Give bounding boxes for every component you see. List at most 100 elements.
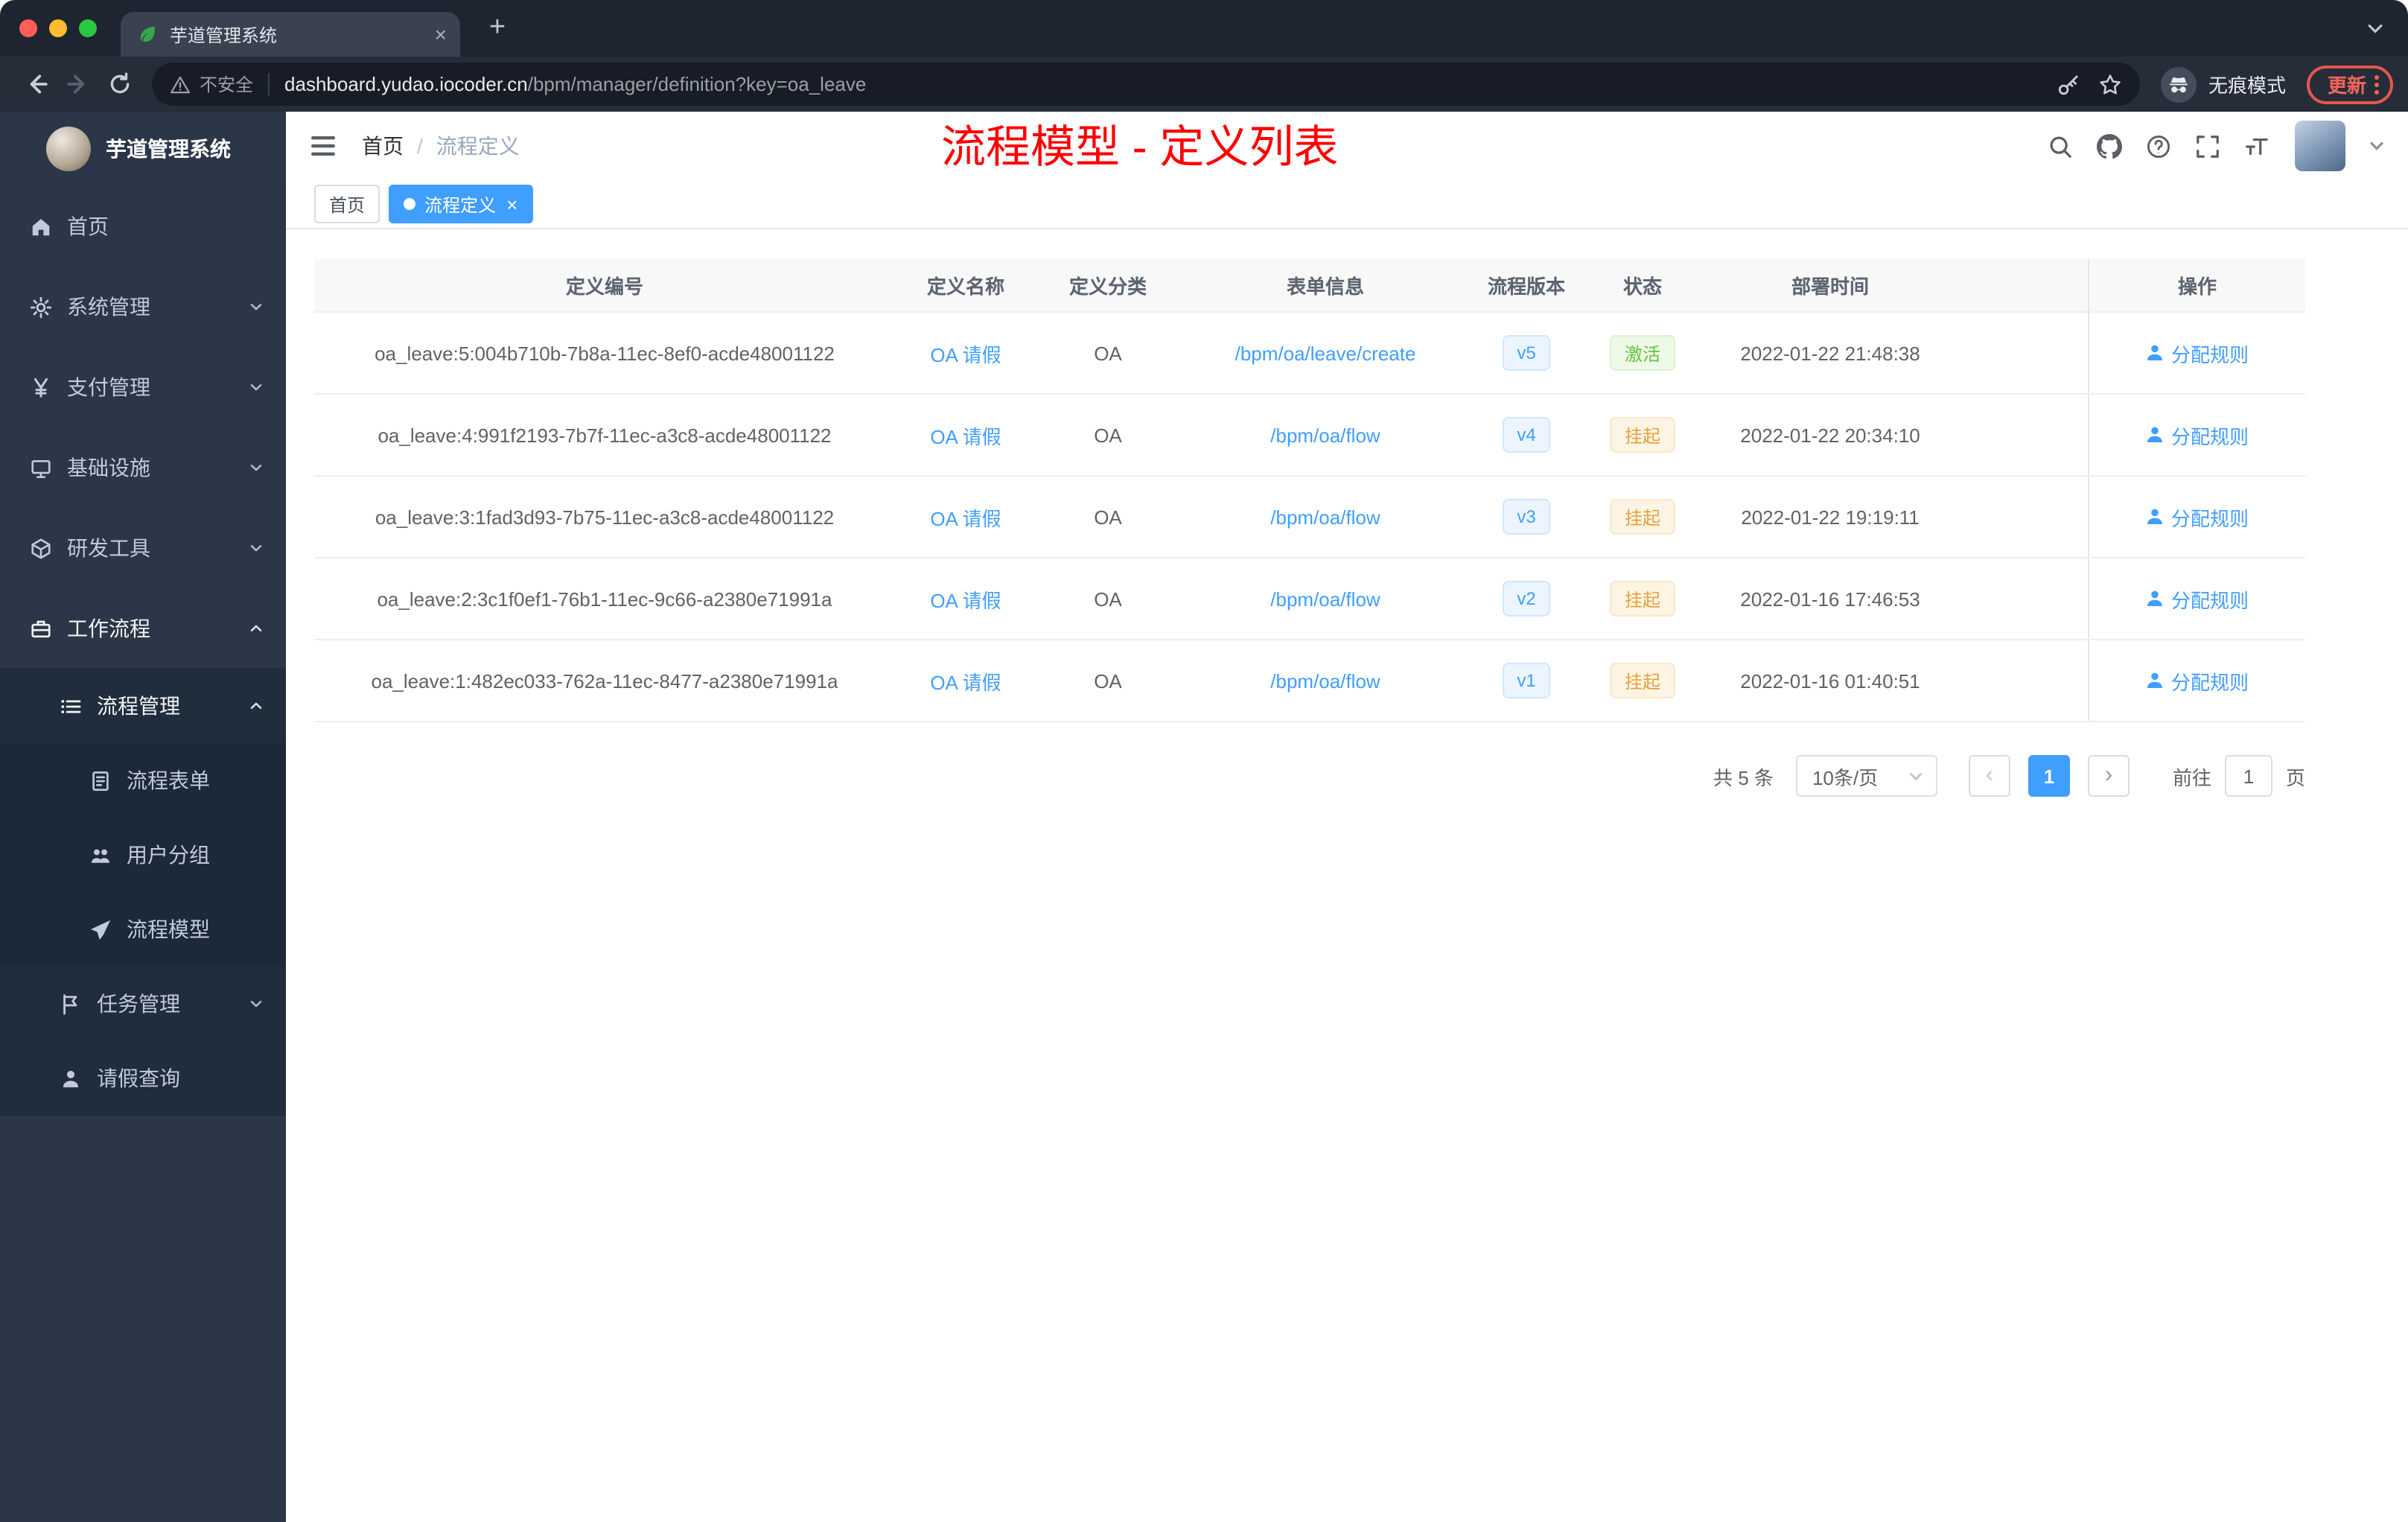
tag-process-definition[interactable]: 流程定义 ×	[389, 185, 533, 223]
sidebar-item-leave-query[interactable]: 请假查询	[0, 1041, 286, 1115]
cell-action: 分配规则	[2088, 395, 2305, 475]
definition-name-link[interactable]: OA 请假	[930, 421, 1001, 449]
cell-status: 挂起	[1582, 640, 1704, 721]
tag-home[interactable]: 首页	[314, 185, 380, 223]
minimize-window-button[interactable]	[49, 19, 67, 37]
bookmark-star-icon[interactable]	[2098, 72, 2122, 96]
sidebar-item-infrastructure[interactable]: 基础设施	[0, 427, 286, 508]
cell-deploy-time: 2022-01-16 17:46:53	[1740, 588, 1920, 610]
definition-name-link[interactable]: OA 请假	[930, 503, 1001, 531]
form-link[interactable]: /bpm/oa/flow	[1270, 588, 1380, 610]
sidebar-item-label: 流程管理	[97, 694, 180, 718]
column-header-time: 部署时间	[1791, 276, 1869, 298]
zoom-window-button[interactable]	[79, 19, 97, 37]
assign-rule-link[interactable]: 分配规则	[2146, 585, 2249, 613]
definition-name-link[interactable]: OA 请假	[930, 585, 1001, 613]
prev-page-button[interactable]: ‹	[1968, 755, 2010, 797]
next-page-button[interactable]: ›	[2087, 755, 2130, 797]
form-link[interactable]: /bpm/oa/leave/create	[1235, 342, 1416, 364]
cell-status: 挂起	[1582, 395, 1704, 475]
back-icon[interactable]	[15, 63, 57, 105]
app-root: 芋道管理系统 首页 系统管理 支付管理 基础设施 研发工具 工作流程 流程管理 流程表单 用户分…	[0, 112, 2408, 1522]
forward-icon[interactable]	[57, 63, 98, 105]
hamburger-icon[interactable]	[308, 131, 338, 161]
chevron-up-icon	[247, 620, 265, 637]
cell-category: OA	[1094, 588, 1122, 610]
sidebar-item-dev-tools[interactable]: 研发工具	[0, 508, 286, 588]
sidebar-item-task-management[interactable]: 任务管理	[0, 967, 286, 1041]
pagination: 共 5 条 10条/页 ‹ 1 › 前往 页	[314, 755, 2305, 797]
status-tag: 挂起	[1609, 663, 1675, 698]
help-icon[interactable]	[2144, 133, 2171, 159]
cell-definition-id: oa_leave:3:1fad3d93-7b75-11ec-a3c8-acde4…	[375, 506, 835, 528]
address-bar[interactable]: 不安全 dashboard.yudao.iocoder.cn/bpm/manag…	[152, 63, 2140, 106]
url-text[interactable]: dashboard.yudao.iocoder.cn/bpm/manager/d…	[284, 73, 2039, 95]
window-controls	[0, 19, 121, 37]
sidebar-item-label: 请假查询	[97, 1066, 180, 1090]
tab-search-chevron-icon[interactable]	[2365, 18, 2386, 39]
tools-icon	[30, 537, 52, 559]
tag-close-icon[interactable]: ×	[506, 194, 517, 214]
browser-tab[interactable]: 芋道管理系统 ×	[121, 12, 460, 57]
app-logo[interactable]: 芋道管理系统	[0, 112, 286, 186]
sidebar-item-payment-management[interactable]: 支付管理	[0, 347, 286, 427]
page-size-select[interactable]: 10条/页	[1795, 755, 1937, 797]
new-tab-button[interactable]: +	[478, 12, 517, 45]
sidebar: 芋道管理系统 首页 系统管理 支付管理 基础设施研发工具工作流程流程管理流程表单 用户分…	[0, 112, 286, 1522]
app-title: 芋道管理系统	[106, 137, 231, 161]
search-icon[interactable]	[2046, 133, 2073, 159]
url-divider	[268, 73, 270, 95]
font-size-icon[interactable]	[2243, 133, 2270, 159]
user-avatar[interactable]	[2295, 121, 2345, 171]
tab-favicon-leaf-icon	[137, 24, 158, 45]
gear-icon	[30, 296, 52, 318]
sidebar-item-label: 工作流程	[67, 617, 150, 640]
menu-dots-icon	[2374, 74, 2379, 94]
column-header-category: 定义分类	[1068, 276, 1147, 298]
sidebar-item-workflow[interactable]: 工作流程	[0, 588, 286, 669]
logo-avatar	[46, 127, 91, 171]
status-tag: 挂起	[1609, 499, 1675, 535]
navbar: 首页 / 流程定义 流程模型 - 定义列表	[286, 112, 2408, 180]
tab-close-icon[interactable]: ×	[435, 24, 447, 45]
sidebar-item-label: 研发工具	[67, 536, 150, 560]
form-link[interactable]: /bpm/oa/flow	[1270, 669, 1380, 692]
form-link[interactable]: /bpm/oa/flow	[1270, 506, 1380, 528]
assign-rule-link[interactable]: 分配规则	[2146, 503, 2249, 531]
avatar-caret-down-icon[interactable]	[2368, 137, 2386, 155]
sidebar-item-system-management[interactable]: 系统管理	[0, 267, 286, 347]
breadcrumb-current: 流程定义	[436, 134, 520, 158]
chevron-up-icon	[247, 697, 265, 715]
github-icon[interactable]	[2095, 133, 2122, 159]
password-key-icon[interactable]	[2057, 72, 2080, 96]
assign-rule-link[interactable]: 分配规则	[2146, 666, 2249, 695]
assign-rule-link[interactable]: 分配规则	[2146, 339, 2249, 367]
update-chrome-button[interactable]: 更新	[2306, 65, 2393, 104]
cell-version: v1	[1471, 640, 1582, 721]
cell-action: 分配规则	[2088, 313, 2305, 393]
sidebar-item-process-form[interactable]: 流程表单	[0, 743, 286, 818]
group-icon	[89, 844, 112, 866]
sidebar-item-label: 流程模型	[127, 917, 210, 941]
table-row: oa_leave:3:1fad3d93-7b75-11ec-a3c8-acde4…	[314, 477, 2305, 558]
close-window-button[interactable]	[19, 19, 37, 37]
security-label[interactable]: 不安全	[200, 71, 253, 97]
breadcrumb-home[interactable]: 首页	[362, 131, 404, 161]
row-spacer	[1957, 395, 2088, 475]
cell-category: OA	[1094, 342, 1122, 364]
fullscreen-icon[interactable]	[2194, 133, 2220, 159]
form-link[interactable]: /bpm/oa/flow	[1270, 424, 1380, 446]
sidebar-item-home[interactable]: 首页	[0, 186, 286, 267]
page-1-button[interactable]: 1	[2028, 755, 2070, 797]
reload-icon[interactable]	[98, 63, 140, 105]
sidebar-item-label: 任务管理	[97, 992, 180, 1016]
version-tag: v2	[1502, 581, 1551, 617]
definition-name-link[interactable]: OA 请假	[930, 666, 1001, 695]
sidebar-item-process-management[interactable]: 流程管理	[0, 669, 286, 743]
sidebar-item-process-model[interactable]: 流程模型	[0, 892, 286, 967]
goto-page-input[interactable]	[2224, 755, 2272, 797]
definition-name-link[interactable]: OA 请假	[930, 339, 1001, 367]
sidebar-item-user-group[interactable]: 用户分组	[0, 818, 286, 892]
assign-rule-link[interactable]: 分配规则	[2146, 421, 2249, 449]
cell-action: 分配规则	[2088, 640, 2305, 721]
